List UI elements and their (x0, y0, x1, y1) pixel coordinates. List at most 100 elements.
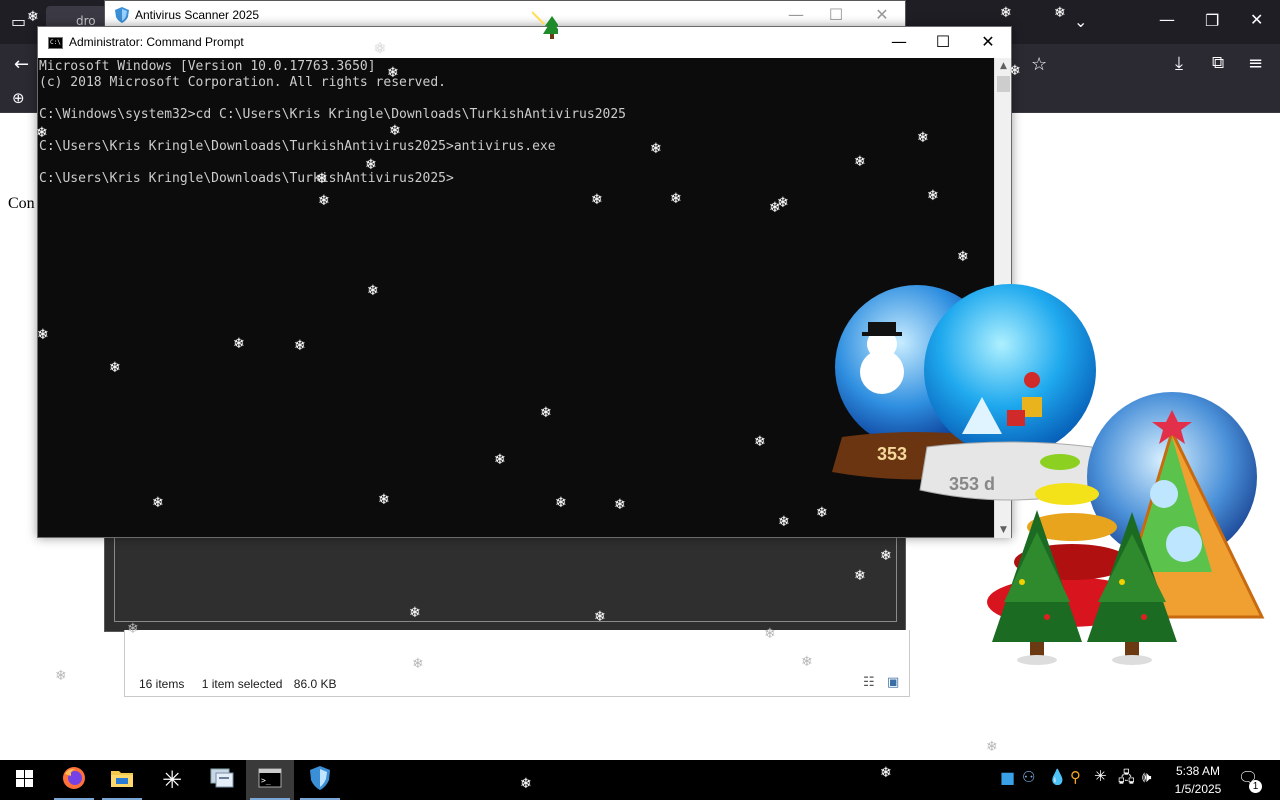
close-icon[interactable]: ✕ (1250, 12, 1263, 28)
selection-size: 86.0 KB (293, 677, 337, 691)
snowflake-icon: ❄ (412, 656, 424, 672)
tray-volume-icon[interactable]: 🕪 (1142, 770, 1151, 785)
snowflake-icon: ❄ (801, 654, 813, 670)
tray-snowflake-icon[interactable]: ✳ (1094, 769, 1107, 784)
start-button[interactable] (0, 760, 48, 800)
large-icons-view-icon[interactable]: ▣ (887, 675, 899, 690)
globe-days-number: 353 (877, 444, 907, 464)
snowflake-icon: ❄ (1054, 5, 1066, 21)
downloads-icon[interactable]: ⤓ (1175, 55, 1183, 73)
snowflake-icon: ❄ (1009, 63, 1021, 79)
snowflake-icon: ❄ (854, 568, 866, 584)
tab-overview-icon[interactable]: ▭ (11, 14, 26, 30)
cmd-maximize-button[interactable]: ☐ (920, 27, 966, 58)
firefox-icon (62, 766, 86, 794)
taskbar-file-explorer[interactable] (98, 760, 146, 800)
details-view-icon[interactable]: ☷ (863, 675, 875, 690)
tray-droplet-icon[interactable]: 💧 (1048, 770, 1067, 785)
snowflake-icon: ❄ (365, 157, 377, 173)
snowflake-app-icon: ✳ (161, 766, 183, 794)
taskbar-server-manager[interactable] (198, 760, 246, 800)
page-content-text: Con (8, 195, 35, 212)
console-line: C:\Windows\system32>cd C:\Users\Kris Kri… (39, 107, 626, 122)
clock-date: 1/5/2025 (1174, 782, 1222, 796)
system-clock[interactable]: 5:38 AM 1/5/2025 (1170, 762, 1226, 798)
snowflake-icon: ❄ (957, 249, 969, 265)
tray-search-icon[interactable]: ⚲ (1070, 770, 1081, 785)
tab-list-chevron-icon[interactable]: ⌄ (1074, 14, 1087, 30)
snowflake-icon: ❄ (520, 776, 532, 792)
snowflake-icon: ❄ (374, 41, 386, 57)
taskbar-firefox[interactable] (50, 760, 98, 800)
selection-info: 1 item selected (201, 677, 283, 691)
cmd-titlebar: C:\ Administrator: Command Prompt — ☐ ✕ (38, 27, 1011, 58)
console-line: (c) 2018 Microsoft Corporation. All righ… (39, 75, 446, 90)
snowflake-icon: ❄ (880, 765, 892, 781)
globe-icon[interactable]: ⊕ (12, 91, 25, 106)
snowflake-icon: ❄ (986, 739, 998, 755)
shield-icon (115, 7, 129, 23)
console-icon: >_ (258, 768, 282, 792)
tray-network-icon[interactable]: 🖧 (1118, 770, 1135, 785)
snowflake-icon: ❄ (367, 283, 379, 299)
bookmark-star-icon[interactable]: ☆ (1031, 56, 1047, 74)
shield-icon (310, 766, 330, 794)
windows-logo-icon (15, 769, 33, 791)
notification-count-badge: 1 (1249, 780, 1262, 793)
minimize-icon[interactable]: — (1159, 12, 1175, 28)
snowflake-icon: ❄ (37, 327, 49, 343)
snowflake-icon: ❄ (316, 171, 328, 187)
taskbar-snowflake-app[interactable]: ✳ (148, 760, 196, 800)
globe-days-label: 353 d (949, 474, 995, 494)
snowflake-icon: ❄ (55, 668, 67, 684)
taskbar-command-prompt[interactable]: >_ (246, 760, 294, 800)
extensions-icon[interactable]: ⧉ (1212, 55, 1224, 72)
tray-user-network-icon[interactable]: ⚇ (1022, 770, 1035, 785)
svg-text:>_: >_ (261, 776, 271, 785)
snowflake-icon: ❄ (670, 191, 682, 207)
snowflake-icon: ❄ (127, 621, 139, 637)
console-line: Microsoft Windows [Version 10.0.17763.36… (39, 59, 376, 74)
taskbar-antivirus[interactable] (296, 760, 344, 800)
snowflake-icon: ❄ (614, 497, 626, 513)
snowflake-icon: ❄ (294, 338, 306, 354)
tray-app-icon[interactable]: ■ (1000, 770, 1015, 786)
back-arrow-icon[interactable]: ← (14, 56, 29, 74)
snowflake-icon: ❄ (378, 492, 390, 508)
small-christmas-tree-icon (531, 10, 561, 44)
server-icon (210, 767, 234, 793)
snowflake-icon: ❄ (816, 505, 828, 521)
snowflake-icon: ❄ (233, 336, 245, 352)
snowflake-icon: ❄ (917, 130, 929, 146)
menu-icon[interactable]: ≡ (1248, 55, 1263, 73)
snowflake-icon: ❄ (318, 193, 330, 209)
cmd-minimize-button[interactable]: — (876, 27, 922, 58)
taskbar: ✳ >_ ■ ⚇ 💧 ⚲ ✳ 🖧 🕪 🗨 1 (0, 760, 1280, 800)
snowflake-icon: ❄ (594, 609, 606, 625)
cmd-window-title: Administrator: Command Prompt (69, 35, 244, 49)
snowflake-icon: ❄ (540, 405, 552, 421)
cmd-close-button[interactable]: ✕ (965, 27, 1011, 58)
file-explorer-window: 16 items 1 item selected 86.0 KB ☷ ▣ (124, 630, 910, 697)
snowflake-icon: ❄ (777, 195, 789, 211)
snowflake-icon: ❄ (494, 452, 506, 468)
snow-globe-decoration: 353 d 353 (832, 262, 1280, 672)
snowflake-icon: ❄ (27, 9, 39, 25)
folder-icon (110, 768, 134, 792)
snowflake-icon: ❄ (555, 495, 567, 511)
snowflake-icon: ❄ (764, 626, 776, 642)
snowflake-icon: ❄ (109, 360, 121, 376)
snowflake-icon: ❄ (880, 548, 892, 564)
console-prompt-line: C:\Users\Kris Kringle\Downloads\TurkishA… (39, 171, 454, 186)
av-results-panel (114, 536, 897, 622)
console-line: C:\Users\Kris Kringle\Downloads\TurkishA… (39, 139, 556, 154)
snowflake-icon: ❄ (389, 123, 401, 139)
snowflake-icon: ❄ (591, 192, 603, 208)
explorer-status-bar: 16 items 1 item selected 86.0 KB (139, 677, 350, 691)
console-icon: C:\ (48, 37, 63, 49)
snowflake-icon: ❄ (650, 141, 662, 157)
restore-icon[interactable]: ❐ (1205, 13, 1219, 29)
snowflake-icon: ❄ (152, 495, 164, 511)
